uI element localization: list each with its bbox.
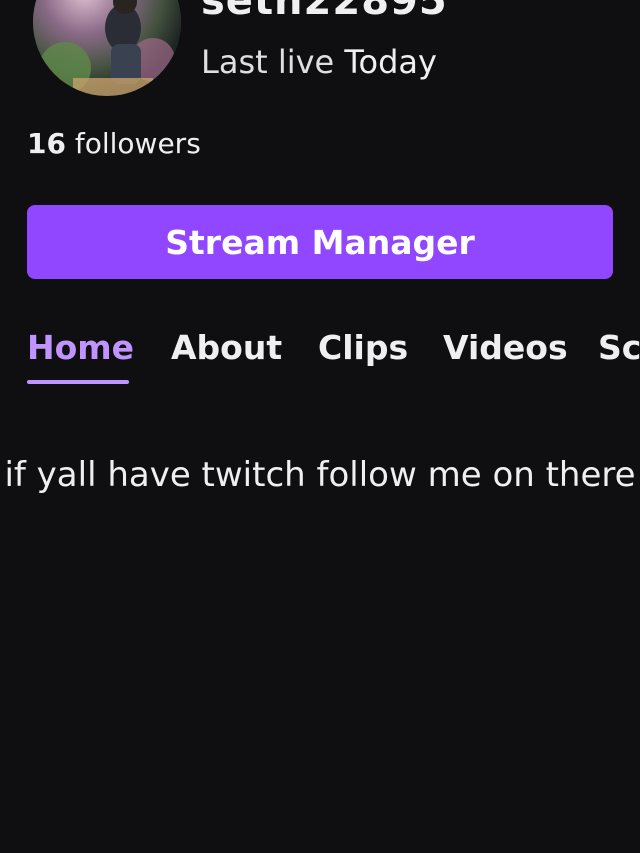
tab-home[interactable]: Home	[27, 328, 134, 367]
followers-label: followers	[74, 127, 201, 160]
avatar[interactable]	[33, 0, 181, 96]
last-live-status: Last live Today	[201, 43, 437, 81]
channel-tabs: Home About Clips Videos Schedule	[27, 328, 640, 390]
tab-about[interactable]: About	[171, 328, 282, 367]
followers-count[interactable]: 16 followers	[27, 127, 201, 160]
channel-bio: if yall have twitch follow me on there	[4, 455, 636, 495]
followers-number: 16	[27, 127, 66, 160]
tab-schedule[interactable]: Schedule	[598, 328, 640, 367]
tab-clips[interactable]: Clips	[318, 328, 408, 367]
last-live-value: Today	[344, 43, 437, 81]
tab-videos[interactable]: Videos	[443, 328, 568, 367]
avatar-image	[33, 0, 181, 96]
username: seth22895	[201, 0, 448, 24]
active-tab-indicator	[27, 380, 129, 384]
stream-manager-button[interactable]: Stream Manager	[27, 205, 613, 279]
last-live-label: Last live	[201, 43, 335, 81]
